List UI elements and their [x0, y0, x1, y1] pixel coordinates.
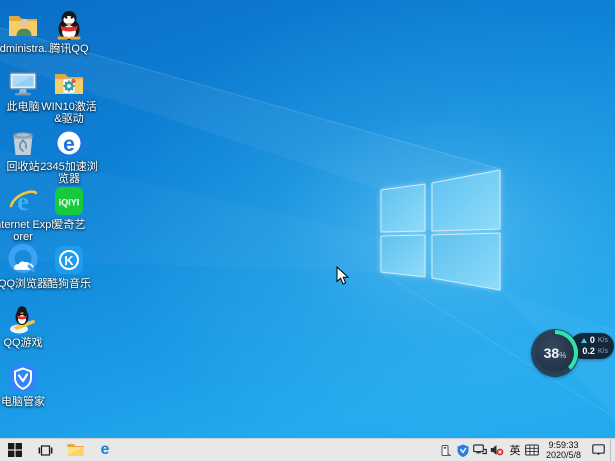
download-speed-row: 0.2 K/s	[573, 346, 608, 357]
action-center-button[interactable]	[586, 439, 610, 461]
desktop-icon-qq-games[interactable]: QQ游戏	[0, 303, 54, 349]
svg-text:K: K	[64, 253, 74, 268]
clock-time: 9:59:33	[548, 440, 579, 450]
desktop-icon-pc-manager[interactable]: 电脑管家	[0, 362, 54, 408]
icon-label: 腾讯QQ	[49, 43, 89, 55]
ime-language-indicator[interactable]: 英	[506, 439, 524, 461]
start-button[interactable]	[0, 439, 30, 461]
volume-muted-icon[interactable]	[489, 439, 506, 461]
show-desktop-button[interactable]	[610, 439, 615, 461]
desktop-icon-win10-activation[interactable]: WIN10激活&驱动	[38, 67, 100, 125]
speed-widget[interactable]: 0 K/s 0.2 K/s 38%	[532, 330, 614, 378]
taskbar: e 英 9:59:33 2020/5/8	[0, 438, 615, 461]
desktop-icon-tencent-qq[interactable]: 腾讯QQ	[38, 9, 100, 55]
usage-ball-inner: 38%	[536, 334, 574, 372]
upload-unit: K/s	[597, 336, 608, 344]
windows-logo	[380, 169, 501, 291]
qq-games-penguin-icon	[10, 306, 35, 334]
iqiyi-icon: iQIYI	[55, 187, 83, 215]
computer-monitor-icon	[9, 72, 37, 96]
clock-date: 2020/5/8	[545, 450, 581, 460]
upload-arrow-icon	[580, 338, 587, 343]
icon-label: 2345加速浏览器	[40, 161, 98, 185]
pc-manager-shield-icon	[9, 364, 37, 392]
desktop-icon-2345-browser[interactable]: e 2345加速浏览器	[38, 127, 100, 185]
svg-text:iQIYI: iQIYI	[59, 198, 80, 208]
desktop-icon-kugou-music[interactable]: K 酷狗音乐	[38, 244, 100, 290]
2345-browser-e-icon: e	[55, 129, 83, 157]
qq-penguin-icon	[57, 11, 81, 40]
upload-value: 0	[589, 335, 595, 345]
download-unit: K/s	[597, 347, 608, 355]
usage-ball[interactable]: 38%	[532, 330, 578, 376]
edge-browser-button[interactable]: e	[90, 439, 120, 461]
folder-tools-icon	[55, 74, 83, 94]
notification-bubble-icon	[591, 444, 605, 456]
upload-speed-row: 0 K/s	[580, 336, 608, 346]
safely-remove-hardware-icon[interactable]	[438, 439, 455, 461]
taskbar-clock[interactable]: 9:59:33 2020/5/8	[541, 440, 586, 460]
kugou-music-icon: K	[55, 246, 83, 274]
system-tray: 英 9:59:33 2020/5/8	[438, 439, 615, 461]
ime-keyboard-icon[interactable]	[524, 439, 541, 461]
download-value: 0.2	[582, 346, 595, 356]
edge-icon: e	[100, 441, 110, 458]
icon-label: WIN10激活&驱动	[41, 101, 97, 125]
desktop-icon-iqiyi[interactable]: iQIYI 爱奇艺	[38, 185, 100, 231]
svg-text:e: e	[63, 133, 75, 156]
windows-desktop: Administra... 腾讯QQ 此电脑	[0, 0, 615, 461]
icon-label: 酷狗音乐	[47, 278, 91, 290]
pc-manager-tray-icon[interactable]	[455, 439, 472, 461]
icon-label: 爱奇艺	[52, 219, 86, 231]
task-view-icon	[38, 444, 52, 456]
network-status-icon[interactable]	[472, 439, 489, 461]
windows-start-icon	[8, 443, 22, 457]
task-view-button[interactable]	[30, 439, 60, 461]
usage-percent: 38%	[543, 345, 567, 361]
file-explorer-icon	[67, 444, 83, 456]
internet-explorer-icon: e	[9, 187, 38, 216]
folder-user-icon	[9, 16, 37, 36]
qq-browser-cloud-icon	[8, 244, 38, 273]
recycle-bin-icon	[13, 132, 33, 155]
file-explorer-button[interactable]	[60, 439, 90, 461]
icon-label: QQ游戏	[3, 337, 43, 349]
icon-label: 电脑管家	[1, 396, 45, 408]
